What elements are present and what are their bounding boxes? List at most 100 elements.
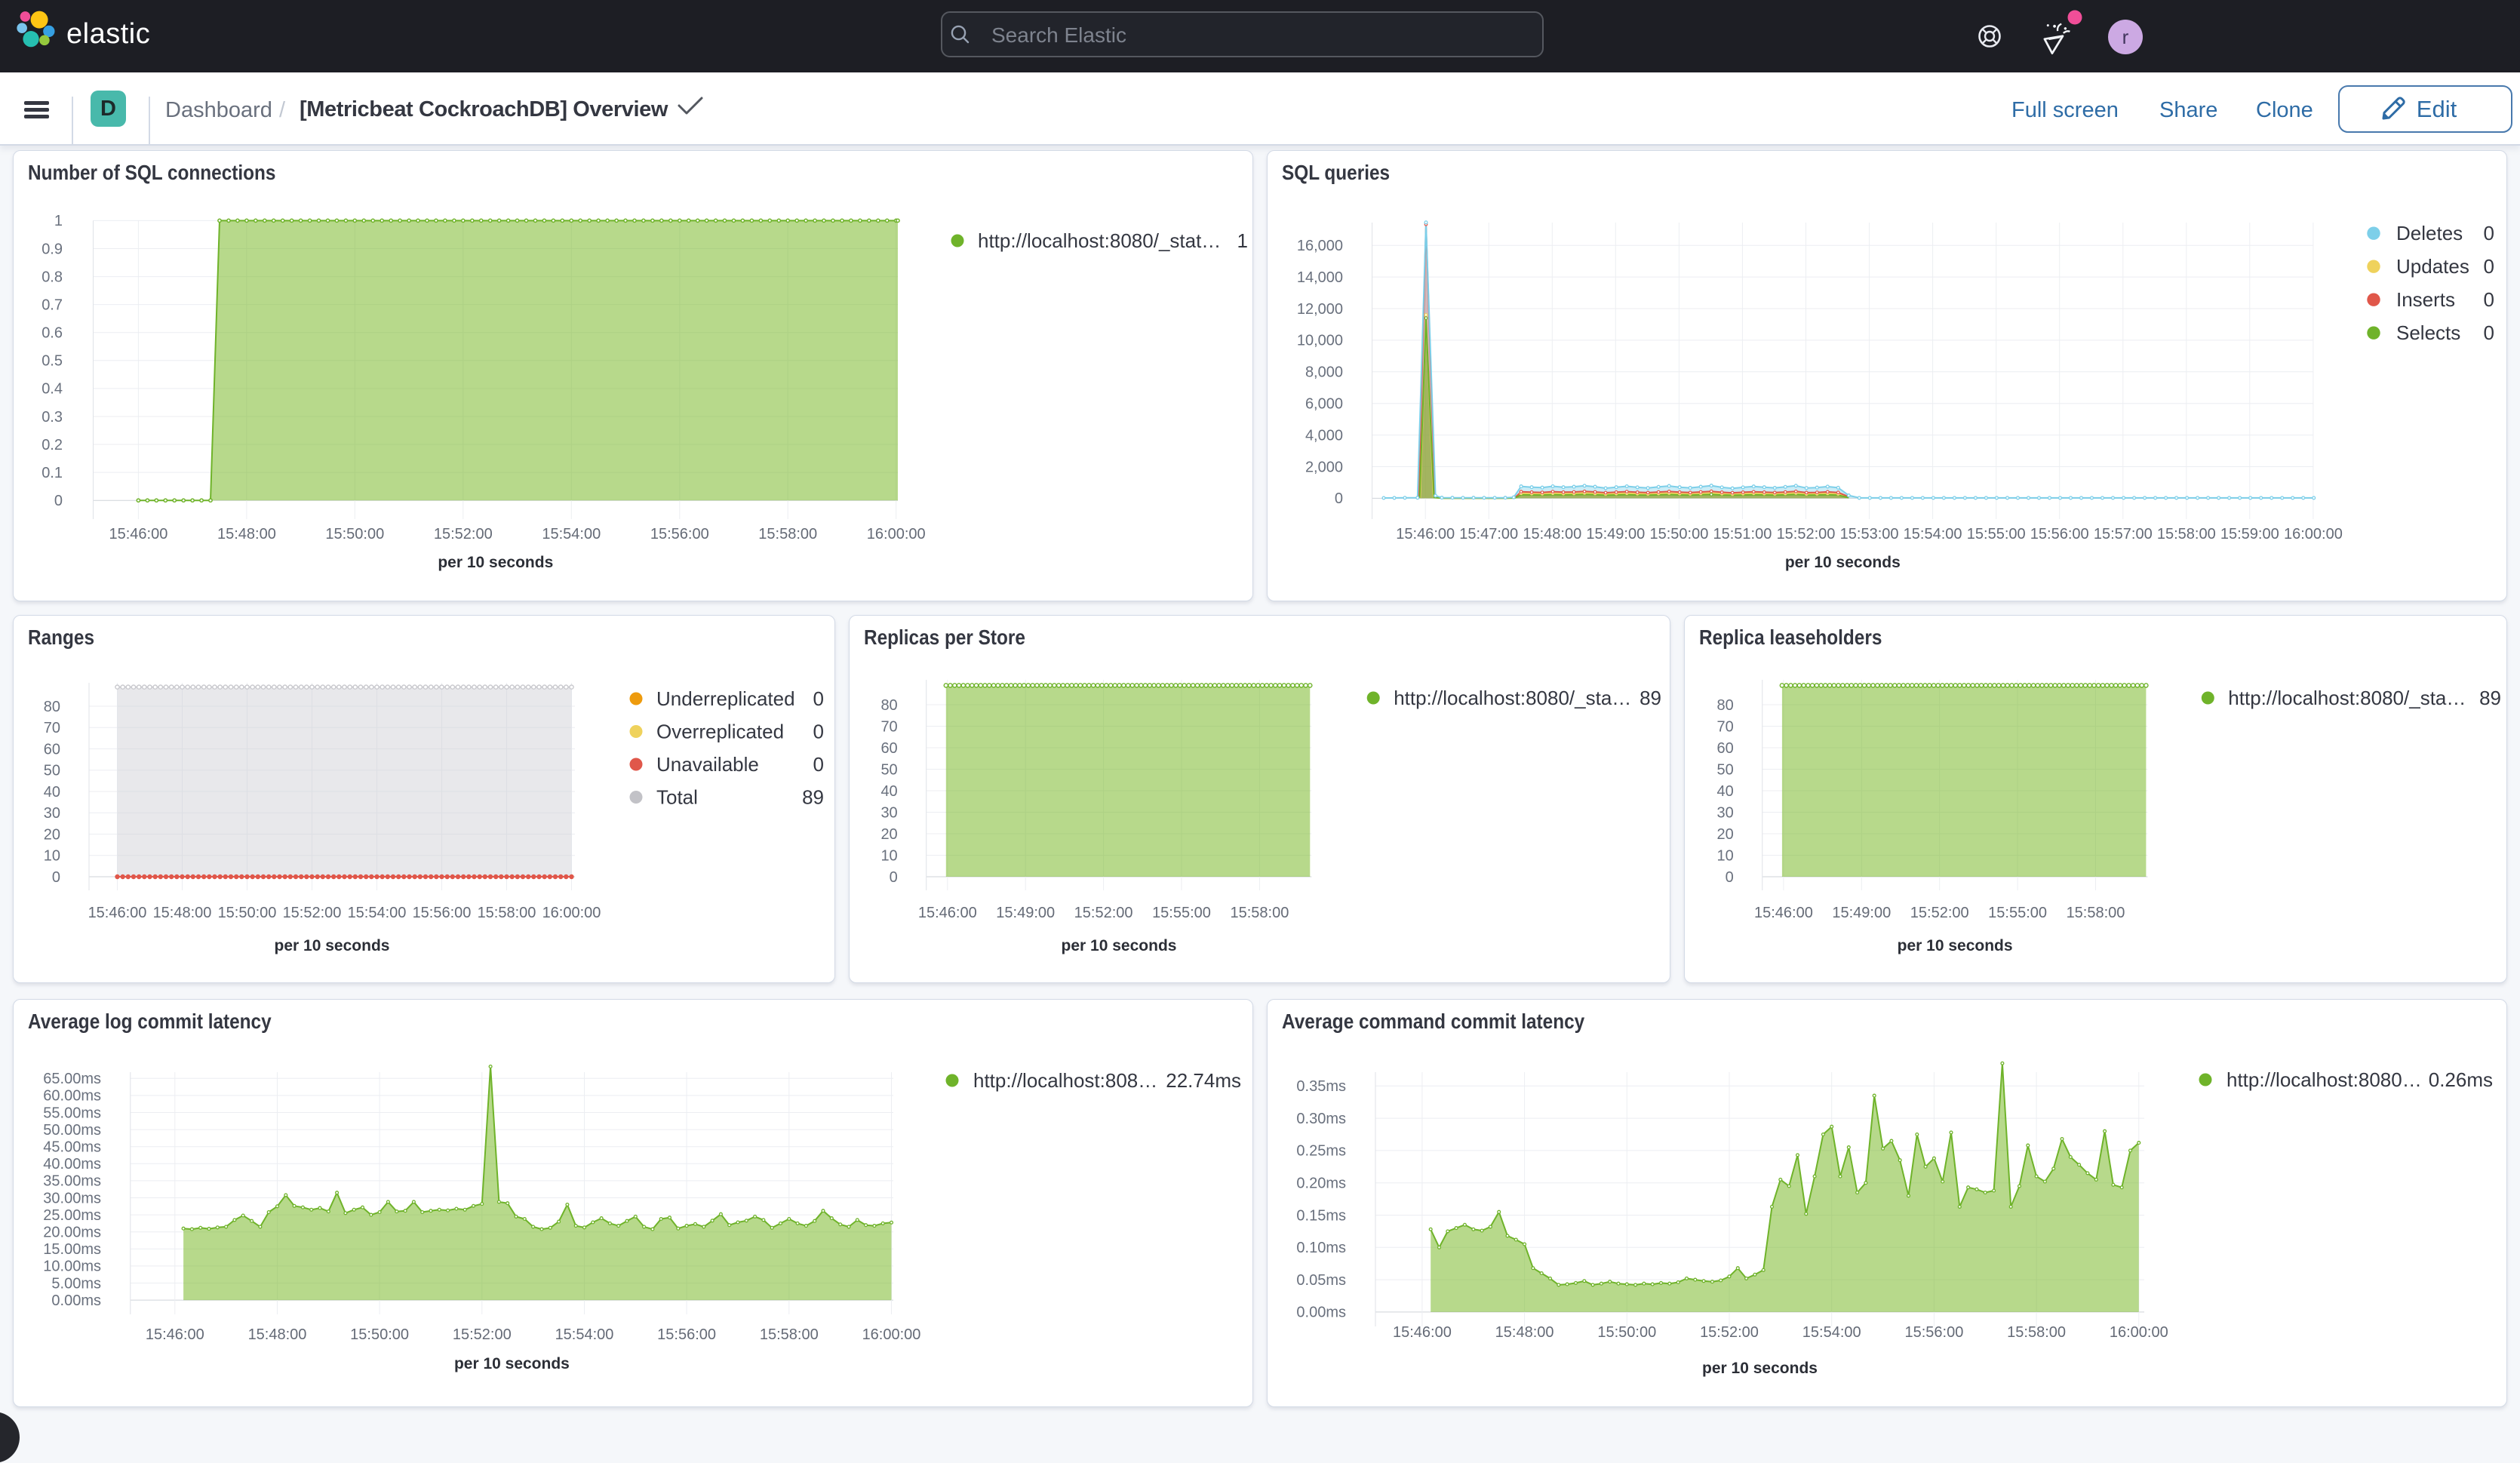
svg-text:40: 40: [880, 783, 897, 800]
svg-text:Overreplicated: Overreplicated: [656, 720, 784, 742]
svg-text:15:56:00: 15:56:00: [413, 905, 472, 921]
svg-text:16:00:00: 16:00:00: [2110, 1324, 2168, 1341]
svg-text:15:48:00: 15:48:00: [1495, 1324, 1554, 1341]
svg-text:0.26ms: 0.26ms: [2429, 1068, 2493, 1091]
svg-text:0.6: 0.6: [41, 325, 63, 342]
svg-text:per 10 seconds: per 10 seconds: [1062, 937, 1177, 954]
svg-text:15:52:00: 15:52:00: [1074, 905, 1133, 921]
svg-text:0: 0: [813, 687, 824, 710]
svg-text:89: 89: [2479, 687, 2501, 709]
svg-text:15:52:00: 15:52:00: [283, 905, 342, 921]
svg-text:per 10 seconds: per 10 seconds: [1898, 937, 2013, 954]
svg-text:12,000: 12,000: [1297, 301, 1343, 318]
svg-text:16:00:00: 16:00:00: [2284, 526, 2343, 542]
svg-text:per 10 seconds: per 10 seconds: [1785, 554, 1901, 571]
svg-text:15:54:00: 15:54:00: [542, 526, 601, 542]
svg-text:20: 20: [1717, 826, 1734, 843]
svg-text:15:52:00: 15:52:00: [453, 1326, 512, 1343]
svg-text:http://localhost:8080/_sta…: http://localhost:8080/_sta…: [2228, 687, 2466, 709]
svg-text:0.10ms: 0.10ms: [1296, 1240, 1346, 1256]
svg-text:15.00ms: 15.00ms: [43, 1241, 101, 1258]
svg-text:15:52:00: 15:52:00: [1700, 1324, 1759, 1341]
svg-text:http://localhost:8080…: http://localhost:8080…: [2227, 1068, 2422, 1091]
svg-text:15:46:00: 15:46:00: [1754, 905, 1813, 921]
svg-text:15:53:00: 15:53:00: [1840, 526, 1899, 542]
svg-text:0: 0: [2484, 288, 2494, 311]
svg-text:Inserts: Inserts: [2396, 288, 2455, 311]
svg-text:20: 20: [44, 826, 60, 843]
svg-text:15:48:00: 15:48:00: [1523, 526, 1581, 542]
svg-text:15:59:00: 15:59:00: [2220, 526, 2279, 542]
svg-text:89: 89: [802, 785, 824, 808]
svg-text:Updates: Updates: [2396, 255, 2469, 278]
svg-text:Deletes: Deletes: [2396, 222, 2463, 244]
svg-text:0.00ms: 0.00ms: [51, 1292, 101, 1309]
svg-text:30: 30: [880, 804, 897, 821]
svg-text:0.7: 0.7: [41, 297, 63, 313]
svg-text:65.00ms: 65.00ms: [43, 1071, 101, 1087]
svg-text:80: 80: [44, 699, 60, 715]
svg-text:0: 0: [890, 869, 898, 886]
svg-text:10,000: 10,000: [1297, 333, 1343, 349]
svg-text:15:48:00: 15:48:00: [153, 905, 212, 921]
svg-text:16:00:00: 16:00:00: [867, 526, 926, 542]
svg-text:30: 30: [44, 805, 60, 822]
svg-text:15:52:00: 15:52:00: [1910, 905, 1969, 921]
svg-text:10: 10: [1717, 847, 1734, 864]
svg-text:0: 0: [813, 753, 824, 776]
svg-text:25.00ms: 25.00ms: [43, 1207, 101, 1224]
svg-text:0: 0: [1335, 490, 1343, 507]
svg-text:80: 80: [880, 697, 897, 714]
svg-text:15:57:00: 15:57:00: [2094, 526, 2153, 542]
svg-text:0.3: 0.3: [41, 409, 63, 426]
svg-text:60.00ms: 60.00ms: [43, 1088, 101, 1105]
svg-text:15:52:00: 15:52:00: [434, 526, 493, 542]
svg-text:40: 40: [44, 784, 60, 801]
svg-text:0.05ms: 0.05ms: [1296, 1272, 1346, 1289]
svg-text:15:58:00: 15:58:00: [760, 1326, 819, 1343]
svg-text:15:46:00: 15:46:00: [88, 905, 147, 921]
svg-text:15:58:00: 15:58:00: [2067, 905, 2125, 921]
svg-text:15:58:00: 15:58:00: [758, 526, 817, 542]
svg-text:50: 50: [880, 761, 897, 778]
svg-text:1: 1: [1237, 229, 1248, 252]
svg-text:35.00ms: 35.00ms: [43, 1173, 101, 1190]
svg-text:1: 1: [54, 213, 63, 229]
svg-text:0: 0: [2484, 321, 2494, 344]
svg-text:55.00ms: 55.00ms: [43, 1105, 101, 1121]
svg-text:15:46:00: 15:46:00: [146, 1326, 204, 1343]
svg-text:40: 40: [1717, 783, 1734, 800]
svg-text:89: 89: [1640, 687, 1661, 709]
svg-text:60: 60: [880, 740, 897, 757]
svg-text:0: 0: [1726, 869, 1734, 886]
svg-text:80: 80: [1717, 697, 1734, 714]
svg-text:60: 60: [1717, 740, 1734, 757]
svg-text:50: 50: [1717, 761, 1734, 778]
svg-text:15:56:00: 15:56:00: [657, 1326, 716, 1343]
svg-text:0.4: 0.4: [41, 381, 63, 398]
svg-text:10: 10: [880, 847, 897, 864]
svg-text:15:49:00: 15:49:00: [1832, 905, 1891, 921]
svg-text:15:55:00: 15:55:00: [1988, 905, 2047, 921]
svg-text:15:51:00: 15:51:00: [1713, 526, 1772, 542]
svg-text:15:47:00: 15:47:00: [1459, 526, 1518, 542]
svg-text:8,000: 8,000: [1305, 364, 1343, 381]
svg-text:per 10 seconds: per 10 seconds: [1702, 1360, 1818, 1377]
svg-text:10.00ms: 10.00ms: [43, 1259, 101, 1275]
svg-text:5.00ms: 5.00ms: [51, 1275, 101, 1292]
svg-text:50.00ms: 50.00ms: [43, 1122, 101, 1139]
svg-text:70: 70: [44, 720, 60, 736]
svg-text:15:55:00: 15:55:00: [1967, 526, 2026, 542]
svg-text:30: 30: [1717, 804, 1734, 821]
svg-text:http://localhost:8080/_stat…: http://localhost:8080/_stat…: [978, 229, 1221, 252]
svg-text:per 10 seconds: per 10 seconds: [454, 1355, 570, 1372]
svg-text:0: 0: [54, 493, 63, 509]
svg-text:15:58:00: 15:58:00: [1230, 905, 1289, 921]
svg-text:0.20ms: 0.20ms: [1296, 1176, 1346, 1192]
svg-text:15:46:00: 15:46:00: [1393, 1324, 1452, 1341]
svg-text:0: 0: [813, 720, 824, 742]
svg-text:15:55:00: 15:55:00: [1152, 905, 1211, 921]
svg-text:15:50:00: 15:50:00: [218, 905, 277, 921]
svg-text:16:00:00: 16:00:00: [542, 905, 601, 921]
svg-text:0.1: 0.1: [41, 465, 63, 481]
